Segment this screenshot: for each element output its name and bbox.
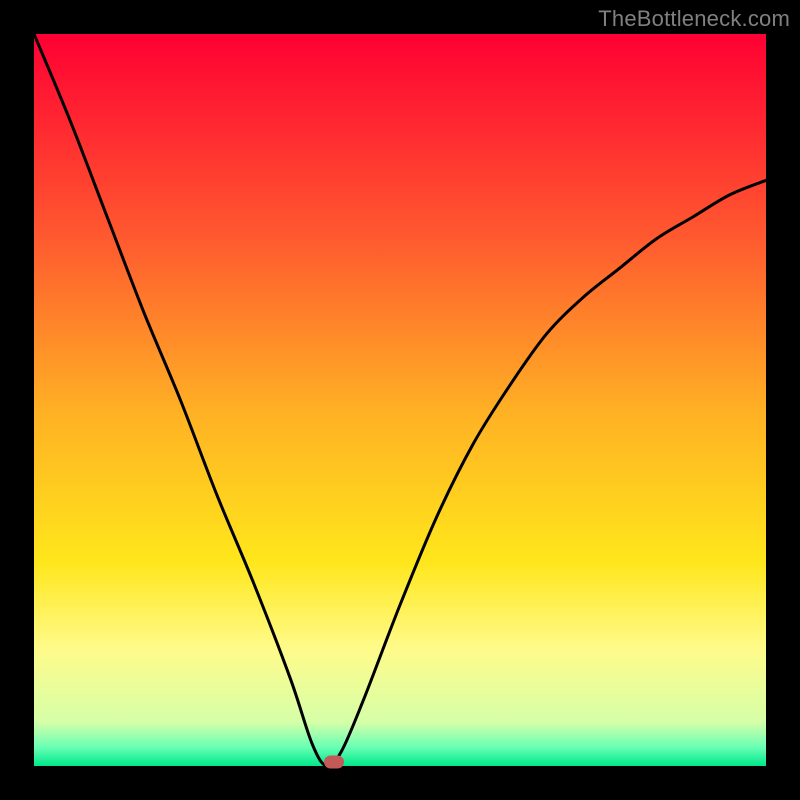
chart-container: TheBottleneck.com — [0, 0, 800, 800]
sweet-spot-marker — [324, 755, 344, 768]
gradient-background — [34, 34, 766, 766]
chart-svg — [34, 34, 766, 766]
plot-area — [34, 34, 766, 766]
watermark-text: TheBottleneck.com — [598, 6, 790, 32]
